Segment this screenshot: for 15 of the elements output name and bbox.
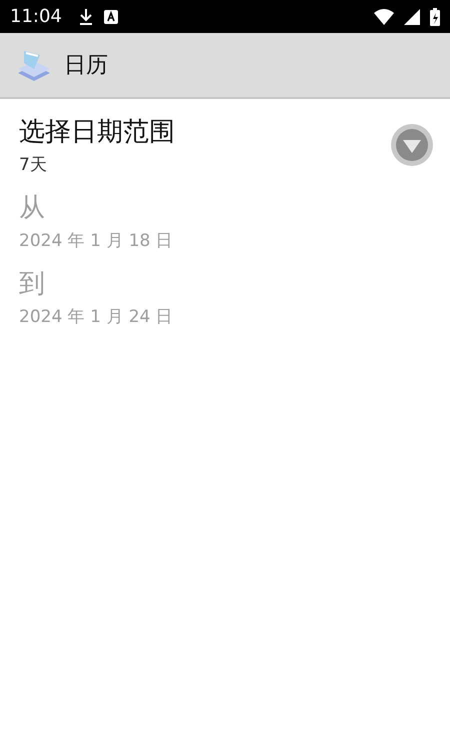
- settings-item[interactable]: 选择日期范围 7天: [0, 107, 450, 183]
- setting-summary: 7天: [19, 154, 48, 176]
- wifi-icon: [374, 8, 394, 24]
- notification-icon: [104, 10, 118, 24]
- setting-summary: 2024 年 1 月 24 日: [19, 306, 174, 328]
- download-icon: [78, 8, 94, 26]
- battery-icon: [430, 8, 440, 26]
- app-title: 日历: [64, 52, 108, 80]
- setting-title: 从: [19, 192, 46, 225]
- setting-title: 选择日期范围: [19, 116, 176, 149]
- signal-icon: [404, 8, 420, 24]
- dropdown-icon[interactable]: [390, 123, 434, 167]
- setting-summary: 2024 年 1 月 18 日: [19, 230, 174, 252]
- setting-title: 到: [19, 268, 46, 301]
- status-time: 11:04: [10, 6, 62, 27]
